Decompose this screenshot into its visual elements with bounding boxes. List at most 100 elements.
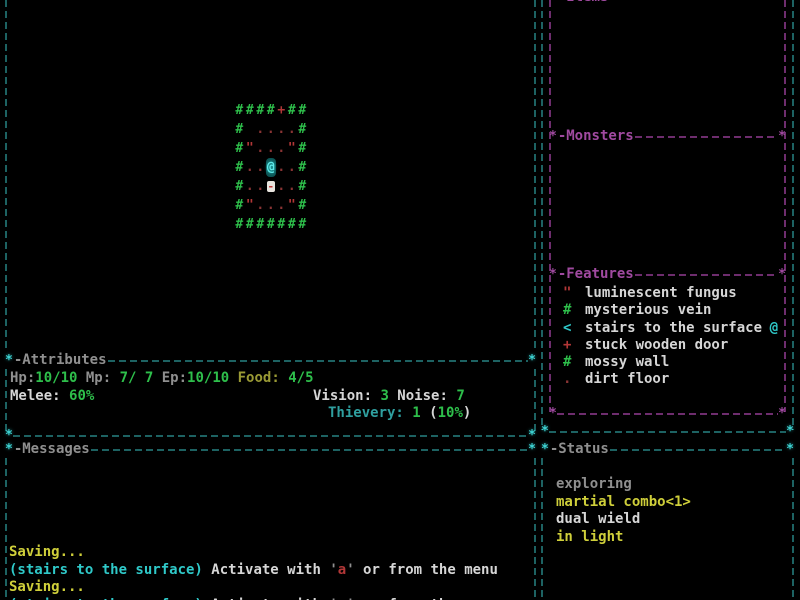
text-segment: 4/5 (288, 370, 314, 386)
map-cell: . (277, 160, 286, 175)
map-cell: # (235, 160, 244, 175)
features-panel-title: -Features (557, 265, 634, 282)
sidebar-outer-border-bottom: * * (541, 423, 794, 440)
map-cell: + (277, 103, 286, 118)
map-cell: # (256, 103, 265, 118)
message-segment: ' (329, 597, 337, 600)
map-cell: # (277, 217, 286, 232)
messages-panel-header: * -Messages * (5, 441, 536, 458)
panel-corner: * (786, 424, 794, 439)
map-cell: # (298, 103, 307, 118)
text-segment: 3 (380, 388, 389, 404)
attributes-panel-header: * -Attributes * (5, 352, 536, 369)
status-effect: exploring (556, 476, 632, 492)
message-segment: (stairs to the surface) (9, 597, 203, 600)
status-panel-border-right (792, 458, 794, 600)
map-cell: " (287, 141, 296, 156)
feature-symbol: + (563, 336, 572, 353)
status-effect: in light (556, 528, 624, 545)
hp-mp-ep-food-line: Hp:10/10 Mp: 7/ 7 Ep:10/10 Food: 4/5 (10, 370, 314, 388)
status-effects: exploring martial combo<1> dual wield in li… (556, 476, 786, 546)
text-segment: Noise: (388, 388, 457, 404)
feature-label: dirt floor (585, 371, 670, 388)
message-line: Saving... (9, 544, 529, 562)
attributes-panel-border-right (534, 369, 536, 434)
feature-label: mysterious vein (585, 302, 712, 319)
map-cell: . (277, 122, 286, 137)
text-segment: 10% (437, 405, 463, 421)
map-cell (245, 120, 256, 139)
map-cell: . (256, 198, 265, 213)
map-cell: # (287, 103, 296, 118)
map-cell: # (287, 217, 296, 232)
map-cell: " (287, 198, 296, 213)
map-cell: . (245, 179, 254, 194)
map-cell: . (277, 198, 286, 213)
panel-corner: * (778, 0, 786, 6)
map-cell: . (287, 122, 296, 137)
feature-symbol: # (563, 302, 572, 319)
panel-corner: * (549, 0, 557, 6)
map-cell: # (298, 122, 307, 137)
header-dashes (107, 359, 529, 362)
items-panel-title: -Items (557, 0, 610, 6)
items-panel-header: * -Items * (549, 0, 786, 6)
map-cell: . (256, 179, 265, 194)
message-segment: ' (346, 597, 354, 600)
messages-panel-border-left (5, 458, 7, 600)
map-cell: . (256, 122, 265, 137)
map-cell: . (287, 179, 296, 194)
panel-corner: * (541, 442, 549, 457)
panel-corner: * (528, 353, 536, 368)
header-dashes (90, 448, 529, 451)
text-segment: 7 (456, 388, 465, 404)
map-cell: # (245, 103, 254, 118)
map-cell: . (277, 179, 286, 194)
feature-label: mossy wall (585, 354, 670, 371)
feature-entry: " luminescent fungus (563, 285, 784, 302)
dungeon-map[interactable]: # # # # + # # # .... # # "... " # #.. @.. # #.. -.. # # "...… (234, 101, 308, 234)
feature-entry: # mossy wall (563, 354, 784, 371)
panel-corner: * (541, 424, 549, 439)
features-panel-header: * -Features * (549, 266, 786, 283)
text-segment: Melee: (10, 388, 70, 404)
melee-stat: Melee: 60% (10, 388, 94, 406)
features-legend: " luminescent fungus # mysterious vein < stai… (563, 285, 784, 389)
status-effect: dual wield (556, 511, 641, 527)
text-segment: Vision: (313, 388, 381, 404)
border-dashes (12, 434, 529, 437)
text-segment: Ep: (153, 370, 188, 386)
feature-entry: . dirt floor (563, 371, 784, 388)
text-segment: Hp: (10, 370, 36, 386)
map-cell: - (266, 180, 275, 193)
text-segment: 1 (412, 405, 421, 421)
map-cell: # (266, 217, 275, 232)
subpanel-border-right (784, 0, 786, 412)
map-cell: # (298, 198, 307, 213)
player-position-marker: @ (769, 319, 778, 336)
panel-corner: * (778, 406, 786, 421)
message-segment: a (338, 597, 346, 600)
map-cell: # (235, 141, 244, 156)
feature-symbol: # (563, 354, 572, 371)
attributes-panel-border-left (5, 369, 7, 434)
map-cell: . (277, 141, 286, 156)
subpanel-border-left (549, 0, 551, 412)
message-segment: or from the menu (355, 597, 498, 600)
player-at: @ (265, 158, 276, 177)
map-cell: . (266, 122, 275, 137)
attributes-panel-title: -Attributes (13, 351, 107, 368)
map-cell: " (245, 141, 254, 156)
message-line: Saving... (9, 579, 529, 597)
message-segment: or from the menu (354, 561, 498, 578)
header-dashes (634, 273, 779, 276)
text-segment: Mp: (77, 370, 120, 386)
messages-panel-border-right (534, 458, 536, 600)
map-cell: # (298, 160, 307, 175)
border-dashes (556, 412, 779, 415)
text-segment: 10/10 (35, 370, 78, 386)
map-panel-border-right (534, 0, 536, 350)
feature-entry: # mysterious vein (563, 302, 784, 319)
messages-panel-title: -Messages (13, 440, 90, 457)
message-segment: Activate with (203, 597, 329, 600)
